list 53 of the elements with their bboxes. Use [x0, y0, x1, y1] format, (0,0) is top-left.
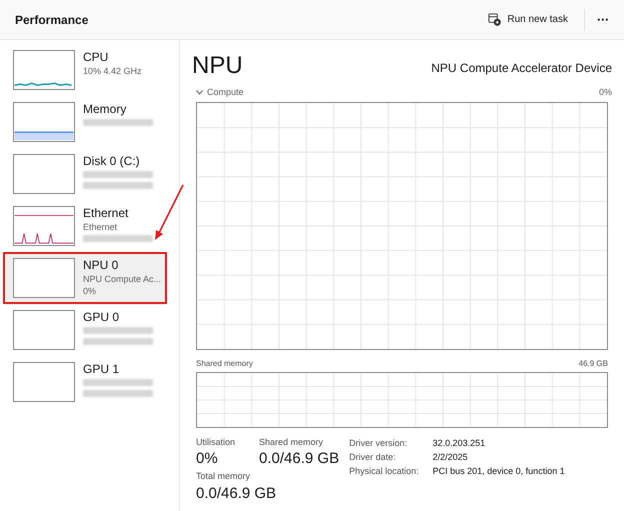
blurred-text [83, 182, 153, 189]
sidebar-item[interactable]: Memory [5, 98, 165, 146]
item-detail: 0% [83, 285, 98, 297]
usage-thumbnail [13, 310, 75, 350]
annotation-arrow [153, 183, 185, 241]
blurred-text [83, 327, 153, 334]
graph-max: 46.9 GB [578, 358, 608, 370]
item-name: Memory [83, 102, 128, 117]
more-button[interactable]: ··· [596, 10, 609, 30]
blurred-text [83, 171, 153, 178]
item-detail: Ethernet [83, 221, 118, 233]
detail-label: Driver version: [349, 436, 408, 450]
graph-label: Shared memory [196, 358, 253, 370]
detail-value: PCI bus 201, device 0, function 1 [432, 464, 565, 478]
stat-value: 0.0/46.9 GB [196, 484, 278, 502]
item-name: Ethernet [83, 206, 130, 221]
usage-thumbnail [13, 362, 75, 402]
detail-label: Driver date: [349, 450, 397, 464]
item-detail: 10% 4.42 GHz [83, 65, 142, 77]
usage-thumbnail [13, 154, 75, 194]
sidebar-item[interactable]: NPU 0 NPU Compute Ac... 0% [5, 254, 165, 302]
sidebar-item[interactable]: Ethernet Ethernet [5, 202, 165, 250]
blurred-text [83, 390, 153, 397]
chevron-down-icon [196, 90, 203, 96]
device-name: NPU Compute Accelerator Device [431, 60, 612, 77]
blurred-text [83, 119, 153, 126]
item-name: NPU 0 [83, 258, 120, 273]
blurred-text [83, 235, 153, 242]
detail-label: Physical location: [349, 464, 419, 478]
stat-label: Shared memory [259, 436, 324, 449]
usage-thumbnail [13, 258, 75, 298]
detail-value: 32.0.203.251 [432, 436, 486, 450]
sidebar-item[interactable]: GPU 1 [5, 358, 165, 406]
stat-label: Utilisation [196, 436, 236, 448]
item-name: GPU 0 [83, 310, 120, 325]
stat-value: 0% [196, 449, 219, 468]
compute-selector[interactable]: Compute [196, 86, 244, 100]
device-type-title: NPU [192, 52, 243, 80]
item-name: Disk 0 (C:) [83, 154, 141, 169]
app-add-icon [488, 13, 502, 26]
compute-percent: 0% [598, 86, 612, 99]
run-task-button[interactable]: Run new task [484, 9, 572, 30]
blurred-text [83, 338, 153, 345]
stat-value: 0.0/46.9 GB [259, 449, 340, 468]
item-name: GPU 1 [83, 362, 120, 377]
page-title: Performance [15, 12, 88, 28]
stat-label: Total memory [196, 470, 252, 483]
sidebar-item[interactable]: Disk 0 (C:) [5, 150, 165, 198]
sidebar-item[interactable]: CPU 10% 4.42 GHz [5, 46, 165, 94]
blurred-text [83, 379, 153, 386]
item-name: CPU [83, 50, 110, 65]
sidebar-item[interactable]: GPU 0 [5, 306, 165, 354]
detail-value: 2/2/2025 [432, 450, 469, 464]
